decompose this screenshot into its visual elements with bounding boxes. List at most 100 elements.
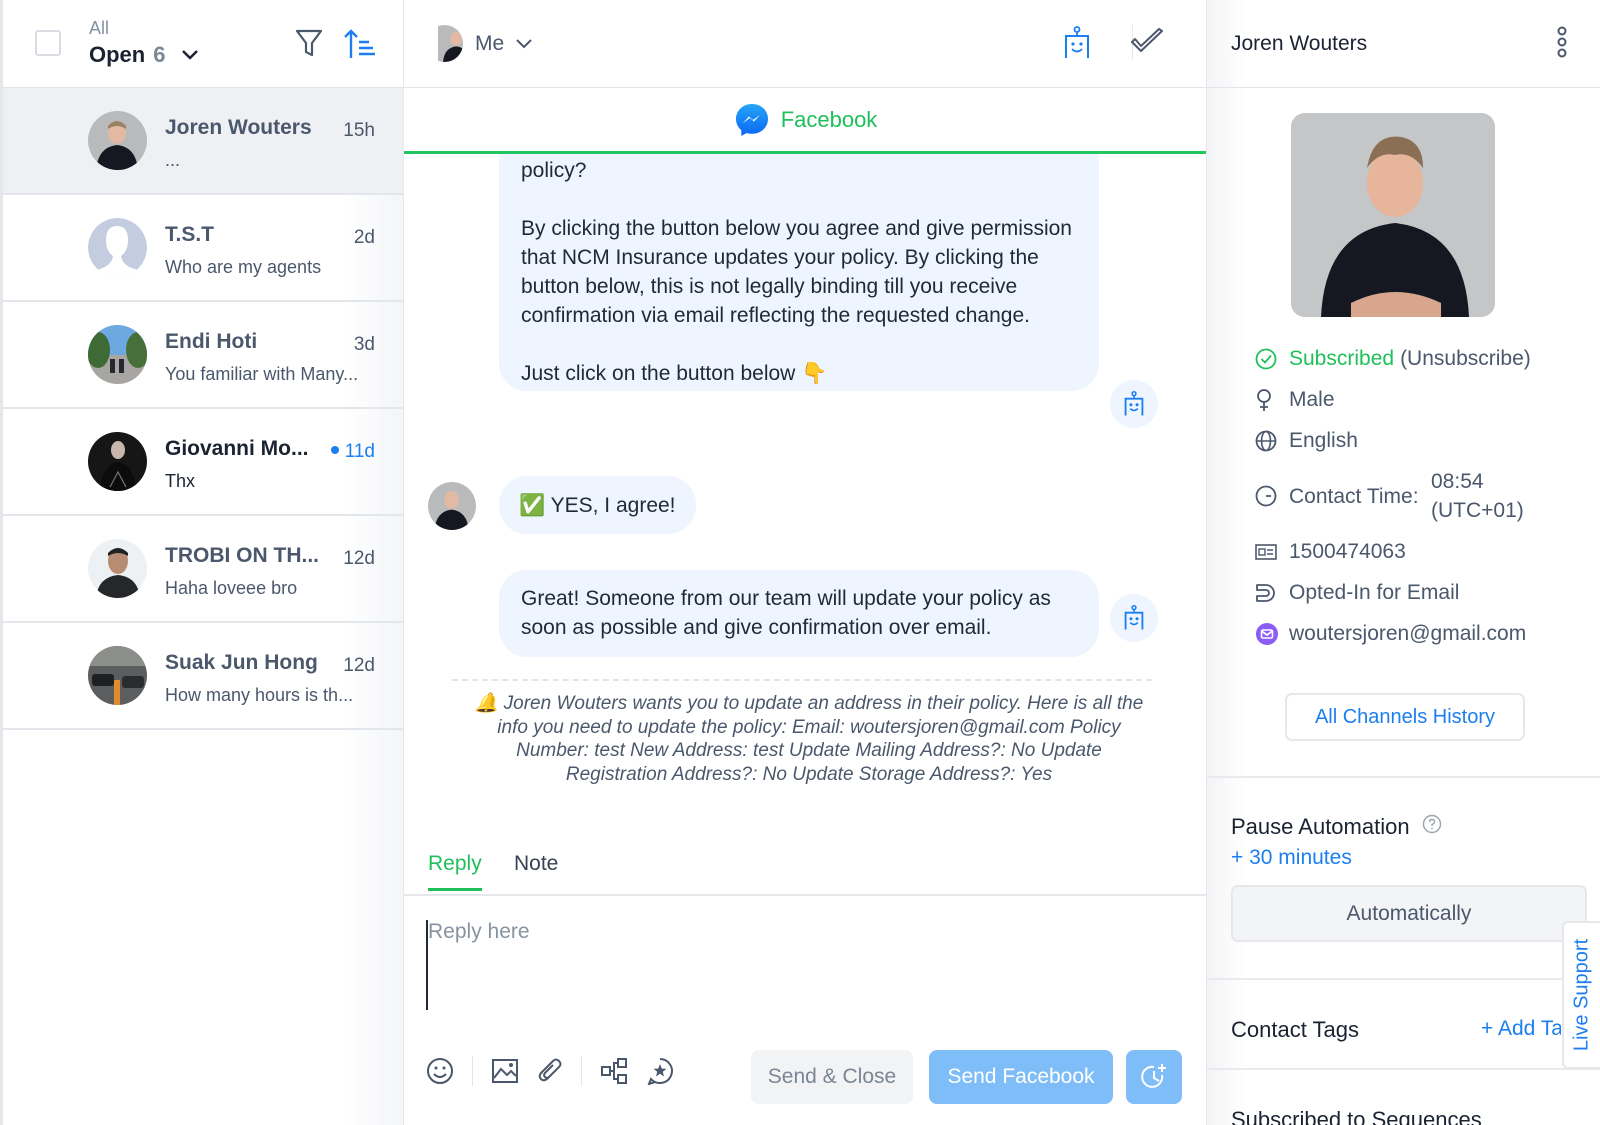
conversation-item[interactable]: Giovanni Mo... 11d Thx: [3, 409, 403, 516]
chat-header: Me: [404, 0, 1208, 88]
conversation-item[interactable]: T.S.T 2d Who are my agents: [3, 195, 403, 302]
conversation-time: 15h: [343, 120, 375, 141]
contact-time-label: Contact Time:: [1289, 484, 1419, 508]
help-icon[interactable]: [1422, 814, 1442, 834]
contact-header: Joren Wouters: [1207, 0, 1600, 88]
system-notification: 🔔 Joren Wouters wants you to update an a…: [474, 693, 1144, 785]
flow-icon[interactable]: [600, 1057, 628, 1085]
bot-sender-icon[interactable]: [1110, 380, 1158, 428]
message-thread: policy? By clicking the button below you…: [404, 154, 1208, 844]
mark-done-icon[interactable]: [1130, 28, 1164, 59]
more-options-icon[interactable]: [1556, 26, 1568, 63]
contact-time-value: 08:54 (UTC+01): [1431, 470, 1524, 522]
select-all-checkbox[interactable]: [35, 30, 61, 56]
globe-icon: [1255, 430, 1289, 452]
divider: [1207, 1068, 1600, 1070]
assignee-dropdown[interactable]: Me: [426, 25, 532, 62]
contact-email: woutersjoren@gmail.com: [1289, 621, 1527, 645]
avatar-placeholder: [88, 218, 147, 277]
conversation-preview: ...: [165, 150, 181, 170]
conversation-name: Joren Wouters: [165, 116, 312, 139]
filter-status-label: Open: [89, 42, 146, 67]
unread-dot: [330, 445, 339, 454]
automation-mode-button[interactable]: Automatically: [1231, 885, 1587, 942]
conversation-item[interactable]: TROBI ON TH... 12d Haha loveee bro: [3, 516, 403, 623]
all-channels-history-button[interactable]: All Channels History: [1285, 693, 1525, 741]
attachment-icon[interactable]: [537, 1057, 563, 1085]
language-value: English: [1289, 428, 1358, 452]
subscription-row: Subscribed (Unsubscribe): [1255, 338, 1595, 379]
contact-panel: Joren Wouters Subscribed (Unsubscribe) M…: [1206, 0, 1600, 1125]
conversation-time: 3d: [353, 334, 375, 355]
assignee-name: Me: [475, 31, 505, 55]
conversation-time: 12d: [343, 548, 375, 569]
conversation-preview: Who are my agents: [165, 257, 322, 277]
unsubscribe-link[interactable]: (Unsubscribe): [1400, 347, 1531, 371]
email-optin-status: Opted-In for Email: [1289, 580, 1460, 604]
image-icon[interactable]: [491, 1058, 519, 1084]
live-support-tab[interactable]: Live Support: [1562, 921, 1600, 1069]
pause-automation-title: Pause Automation: [1231, 814, 1442, 840]
contact-photo: [1291, 113, 1495, 317]
reply-input[interactable]: [426, 920, 1186, 1010]
divider: [1207, 978, 1600, 980]
composer-toolbar: [426, 1056, 674, 1086]
clock-icon: [1255, 485, 1289, 507]
conversation-list-panel: All Open 6 Joren Wouters 15h ... T.S.T 2…: [0, 0, 404, 1125]
tab-reply[interactable]: Reply: [428, 852, 482, 891]
chevron-down-icon: [516, 38, 532, 48]
saved-reply-icon[interactable]: [646, 1057, 674, 1085]
message-text: policy?: [521, 159, 587, 182]
conversation-preview: Haha loveee bro: [165, 578, 298, 598]
composer-tabs: Reply Note: [404, 846, 1208, 896]
email-row: woutersjoren@gmail.com: [1255, 613, 1595, 654]
chat-panel: Me Facebook policy? By clicking the butt…: [404, 0, 1208, 1125]
channel-tab-facebook[interactable]: Facebook: [404, 88, 1208, 154]
conversation-preview: You familiar with Many...: [165, 364, 359, 384]
status-filter-dropdown[interactable]: Open 6: [89, 42, 199, 68]
contact-message: ✅ YES, I agree!: [499, 476, 696, 534]
bot-toggle-icon[interactable]: [1064, 26, 1090, 65]
message-text: By clicking the button below you agree a…: [521, 217, 1072, 327]
inbox-app: All Open 6 Joren Wouters 15h ... T.S.T 2…: [0, 0, 1600, 1125]
gender-icon: [1255, 388, 1289, 412]
sort-icon[interactable]: [343, 28, 377, 65]
assignee-avatar: [426, 25, 463, 62]
contact-time-row: Contact Time: 08:54 (UTC+01): [1255, 461, 1595, 531]
conversation-preview: How many hours is th...: [165, 685, 354, 705]
filter-icon[interactable]: [295, 28, 323, 63]
bot-sender-icon[interactable]: [1110, 594, 1158, 642]
conversation-time: 11d: [330, 441, 375, 463]
language-row: English: [1255, 420, 1595, 461]
subscription-status: Subscribed: [1289, 346, 1395, 370]
sequences-title: Subscribed to Sequences: [1231, 1107, 1482, 1125]
live-support-label: Live Support: [1570, 938, 1593, 1052]
conversation-time: 12d: [343, 655, 375, 676]
bot-message: policy? By clicking the button below you…: [499, 154, 1099, 391]
gender-value: Male: [1289, 387, 1335, 411]
conversation-name: T.S.T: [165, 223, 215, 246]
chevron-down-icon: [182, 50, 199, 60]
conversation-item[interactable]: Endi Hoti 3d You familiar with Many...: [3, 302, 403, 409]
conversation-item[interactable]: Joren Wouters 15h ...: [3, 88, 403, 195]
contact-tags-title: Contact Tags: [1231, 1017, 1360, 1042]
conversation-item[interactable]: Suak Jun Hong 12d How many hours is th..…: [3, 623, 403, 730]
id-card-icon: [1255, 543, 1289, 561]
conversation-preview: Thx: [165, 471, 196, 491]
emoji-icon[interactable]: [426, 1057, 454, 1085]
pause-30-minutes-link[interactable]: + 30 minutes: [1231, 846, 1352, 870]
schedule-send-button[interactable]: [1126, 1050, 1182, 1104]
email-optin-row: Opted-In for Email: [1255, 572, 1595, 613]
check-circle-icon: [1255, 348, 1289, 370]
send-and-close-button[interactable]: Send & Close: [751, 1050, 913, 1104]
divider: [581, 1056, 582, 1086]
channel-label: Facebook: [780, 106, 878, 132]
message-text: Just click on the button below 👇: [521, 362, 828, 385]
conversation-name: TROBI ON TH...: [165, 544, 319, 567]
tab-note[interactable]: Note: [514, 852, 558, 888]
divider: [472, 1056, 473, 1086]
magnet-icon: [1255, 582, 1289, 604]
send-facebook-button[interactable]: Send Facebook: [929, 1050, 1113, 1104]
conversation-list: Joren Wouters 15h ... T.S.T 2d Who are m…: [3, 88, 403, 730]
add-tag-link[interactable]: + Add Tag: [1481, 1017, 1561, 1041]
